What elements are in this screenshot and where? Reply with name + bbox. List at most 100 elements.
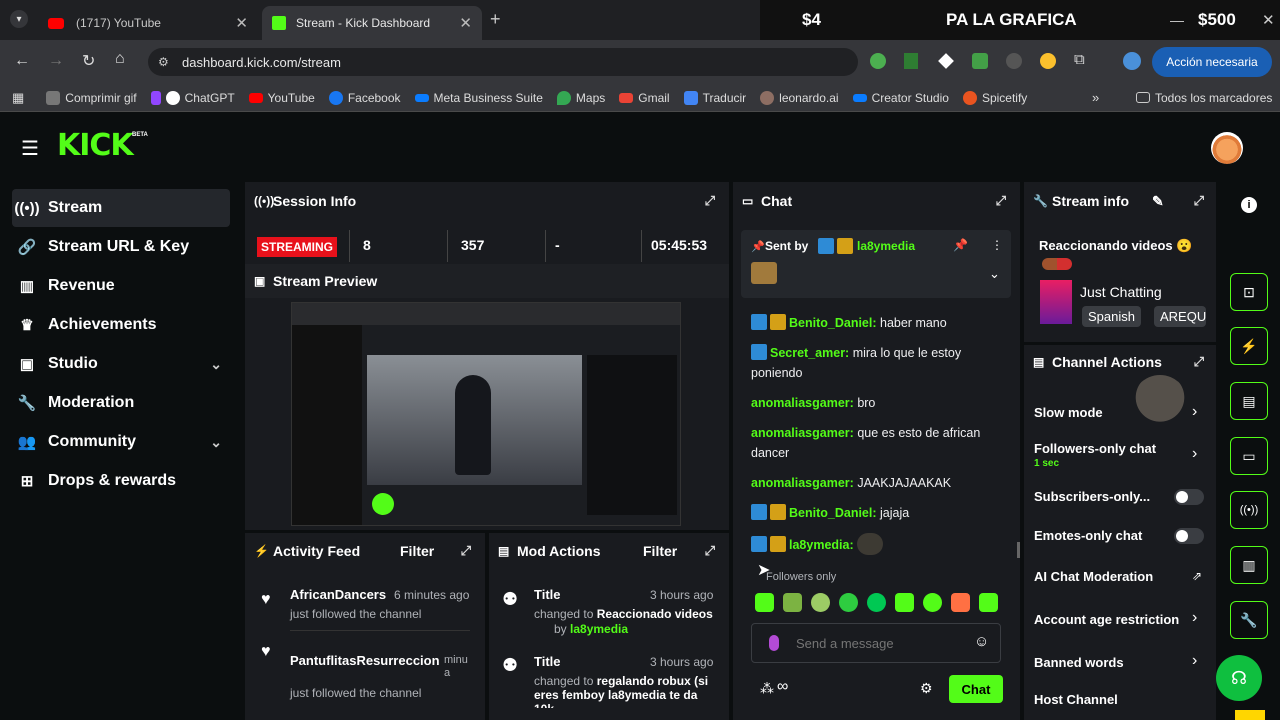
tab-list-chevron-icon[interactable]: ▾ (10, 10, 28, 28)
popout-icon[interactable]: ⤢ (705, 543, 715, 559)
emote-icon[interactable] (811, 593, 830, 612)
send-chat-button[interactable]: Chat (949, 675, 1003, 703)
emote-icon[interactable] (979, 593, 998, 612)
bookmark-maps[interactable]: Maps (556, 90, 605, 105)
forward-icon[interactable]: → (48, 52, 64, 70)
bookmark-chatgpt[interactable]: ChatGPT (150, 90, 235, 105)
more-bookmarks-icon[interactable]: » (1092, 90, 1099, 105)
extension-icon-2[interactable] (904, 53, 918, 69)
menu-icon[interactable]: ☰ (21, 136, 39, 161)
extension-icon-1[interactable] (870, 53, 886, 69)
sidebar-item-achievements[interactable]: ♛ Achievements (12, 306, 230, 344)
profile-icon[interactable] (1123, 52, 1141, 70)
support-headset-button[interactable]: ☊ (1216, 655, 1262, 701)
sidebar-item-drops[interactable]: ⊞ Drops & rewards (12, 462, 230, 500)
users-icon[interactable]: ⁂ (760, 680, 774, 697)
banned-words-action[interactable]: Banned words (1034, 655, 1204, 670)
popout-icon[interactable]: ⤢ (996, 193, 1006, 209)
address-bar[interactable]: ⚙ dashboard.kick.com/stream (148, 48, 858, 76)
more-options-icon[interactable]: ⋮ (991, 238, 1003, 252)
bookmark-leonardo[interactable]: leonardo.ai (760, 90, 839, 105)
stream-preview-video[interactable] (291, 302, 681, 526)
pinned-user[interactable]: la8ymedia (857, 239, 915, 253)
sidebar-item-moderation[interactable]: 🔧 Moderation (12, 384, 230, 422)
home-icon[interactable]: ⌂ (115, 50, 125, 68)
all-bookmarks[interactable]: Todos los marcadores (1136, 91, 1272, 105)
edit-icon[interactable]: ✎ (1152, 193, 1164, 210)
emote-icon[interactable] (951, 593, 970, 612)
layout-icon[interactable]: ▥ (1230, 546, 1268, 584)
chevron-right-icon[interactable]: › (1192, 403, 1197, 421)
microphone-icon[interactable] (769, 635, 779, 651)
followers-only-action[interactable]: Followers-only chat (1034, 441, 1204, 456)
avatar[interactable] (1211, 132, 1243, 164)
kick-logo[interactable]: KICK (57, 128, 134, 163)
action-required-button[interactable]: Acción necesaria (1152, 47, 1272, 77)
chevron-down-icon[interactable]: ⌄ (989, 266, 1000, 282)
subscribers-only-toggle[interactable] (1174, 489, 1204, 505)
gear-icon[interactable]: ⚙ (920, 680, 933, 697)
site-info-icon[interactable]: ⚙ (158, 55, 169, 69)
pinned-message[interactable]: 📌 Sent by la8ymedia 📌 ⋮ ⌄ (741, 230, 1011, 298)
chat-bubble-icon[interactable]: ▭ (1230, 437, 1268, 475)
emote-icon[interactable] (839, 593, 858, 612)
apps-grid-icon[interactable]: ▦ (12, 90, 24, 106)
emote-icon[interactable] (783, 593, 802, 612)
activity-user[interactable]: AfricanDancers (290, 587, 386, 602)
wrench-icon[interactable]: 🔧 (1230, 601, 1268, 639)
close-tab-icon[interactable]: ✕ (459, 14, 472, 32)
emote-icon[interactable] (867, 593, 886, 612)
chevron-right-icon[interactable]: › (1192, 652, 1197, 670)
chat-message-field[interactable] (796, 633, 966, 653)
unpin-icon[interactable]: 📌 (953, 238, 968, 252)
close-tab-icon[interactable]: ✕ (235, 14, 248, 32)
minimize-icon[interactable]: — (1170, 12, 1184, 28)
extension-icon-5[interactable] (1006, 53, 1022, 69)
popout-icon[interactable]: ⤢ (461, 543, 471, 559)
bookmark-creator-studio[interactable]: Creator Studio (852, 91, 949, 105)
popout-icon[interactable]: ⤢ (1194, 193, 1204, 209)
bookmark-meta-business[interactable]: Meta Business Suite (414, 91, 543, 105)
bookmark-gmail[interactable]: Gmail (619, 91, 670, 105)
chat-input[interactable]: ☺ (751, 623, 1001, 663)
extensions-puzzle-icon[interactable]: ⧉ (1074, 51, 1085, 68)
filter-button[interactable]: Filter (643, 543, 677, 559)
sidebar-item-stream-url[interactable]: 🔗 Stream URL & Key (12, 228, 230, 266)
chat-scrollbar[interactable] (1017, 542, 1020, 558)
bookmark-youtube[interactable]: YouTube (248, 91, 315, 105)
external-link-icon[interactable]: ⇗ (1192, 569, 1202, 583)
bookmark-comprimir-gif[interactable]: Comprimir gif (46, 90, 137, 105)
host-channel-action[interactable]: Host Channel (1034, 692, 1204, 707)
emotes-only-toggle[interactable] (1174, 528, 1204, 544)
extension-icon-4[interactable] (972, 53, 988, 69)
bolt-icon[interactable]: ⚡ (1230, 327, 1268, 365)
sidebar-item-studio[interactable]: ▣ Studio ⌄ (12, 345, 230, 383)
new-tab-icon[interactable]: + (490, 9, 501, 30)
emoji-picker-icon[interactable]: ☺ (974, 633, 989, 650)
bookmark-traducir[interactable]: Traducir (683, 90, 746, 105)
bookmark-facebook[interactable]: Facebook (328, 90, 401, 105)
back-icon[interactable]: ← (14, 52, 30, 70)
activity-user[interactable]: PantuflitasResurreccion (290, 653, 440, 668)
category-label[interactable]: Just Chatting (1080, 284, 1162, 300)
popout-icon[interactable]: ⤢ (705, 193, 715, 209)
emote-icon[interactable] (923, 593, 942, 612)
extension-icon-6[interactable] (1040, 53, 1056, 69)
chevron-right-icon[interactable]: › (1192, 609, 1197, 627)
sidebar-item-community[interactable]: 👥 Community ⌄ (12, 423, 230, 461)
extension-icon-3[interactable] (938, 53, 954, 69)
tag-pill[interactable]: AREQU (1154, 306, 1206, 327)
tab-youtube[interactable]: (1717) YouTube ✕ (38, 6, 258, 40)
chevron-right-icon[interactable]: › (1192, 445, 1197, 463)
info-icon[interactable]: i (1241, 197, 1257, 213)
ai-moderation-action[interactable]: AI Chat Moderation (1034, 569, 1204, 584)
scan-icon[interactable]: ⊡ (1230, 273, 1268, 311)
sidebar-item-revenue[interactable]: ▥ Revenue (12, 267, 230, 305)
broadcast-icon[interactable]: ((•)) (1230, 491, 1268, 529)
filter-button[interactable]: Filter (400, 543, 434, 559)
tag-pill[interactable]: Spanish (1082, 306, 1141, 327)
emote-icon[interactable] (755, 593, 774, 612)
tab-kick-dashboard[interactable]: Stream - Kick Dashboard ✕ (262, 6, 482, 40)
close-window-icon[interactable]: ✕ (1262, 11, 1275, 29)
sidebar-item-stream[interactable]: ((•)) Stream (12, 189, 230, 227)
